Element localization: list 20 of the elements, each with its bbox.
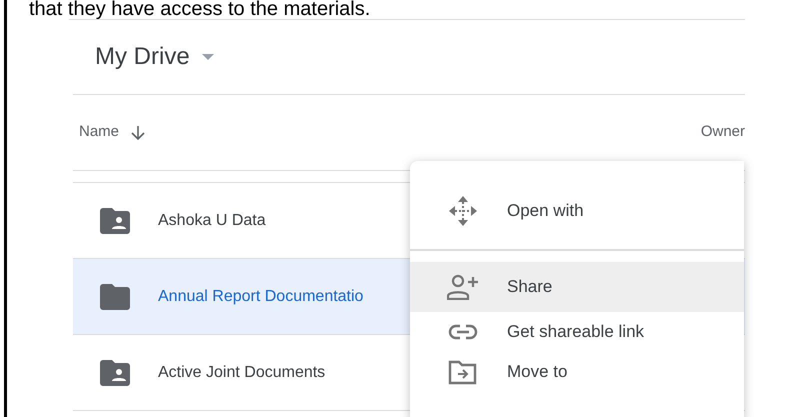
file-name: Active Joint Documents [158,362,326,382]
menu-item[interactable]: Open with [410,183,744,239]
menu-item[interactable]: Get shareable link [410,312,744,352]
file-name: Ashoka U Data [158,210,266,230]
move-arrows-icon [449,196,477,226]
column-header[interactable]: Owner [700,121,745,144]
folder-arrow-icon [448,359,478,385]
add-person-icon [447,274,479,300]
menu-item[interactable]: Move to [410,352,744,392]
folder-icon [100,284,130,310]
shared-folder-icon [100,360,130,386]
dropdown-caret-icon[interactable] [202,54,214,60]
file-name: Annual Report Documentatio [158,286,364,306]
menu-item[interactable]: Share [410,262,744,312]
sort-arrow-icon[interactable] [131,124,146,140]
column-header[interactable]: Name [79,121,120,144]
link-icon [448,324,478,340]
shared-folder-icon [100,208,130,234]
drive-title[interactable]: My Drive [95,39,190,75]
caption-text: that they have access to the materials. [28,0,372,19]
